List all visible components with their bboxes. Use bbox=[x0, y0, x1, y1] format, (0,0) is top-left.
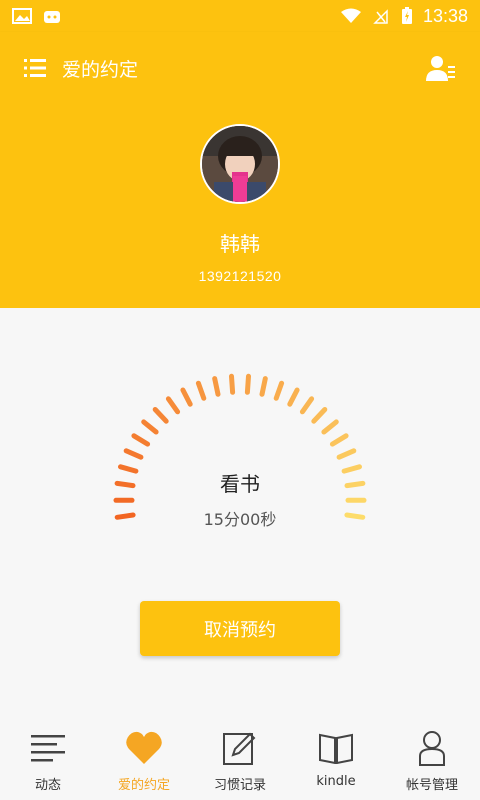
gauge-tick bbox=[123, 448, 144, 460]
appointment-activity: 看书 bbox=[220, 472, 260, 496]
tab-habit-record[interactable]: 习惯记录 bbox=[192, 720, 288, 800]
page-title: 爱的约定 bbox=[62, 58, 139, 81]
gauge-tick bbox=[273, 380, 285, 401]
user-settings-icon bbox=[426, 56, 455, 81]
app-bar: 爱的约定 bbox=[0, 32, 480, 104]
gauge-tick bbox=[336, 448, 357, 460]
image-notification-icon bbox=[12, 8, 32, 24]
wifi-icon bbox=[340, 8, 361, 23]
book-icon bbox=[319, 733, 353, 764]
gauge-tick bbox=[141, 419, 159, 435]
user-phone: 1392121520 bbox=[198, 268, 282, 284]
gauge-tick bbox=[165, 396, 181, 415]
app-notification-icon bbox=[44, 11, 60, 23]
gauge-tick bbox=[311, 407, 328, 424]
user-name: 韩韩 bbox=[220, 232, 260, 256]
tab-label: 爱的约定 bbox=[117, 778, 170, 793]
avatar-photo bbox=[202, 126, 278, 202]
menu-list-icon bbox=[24, 59, 46, 77]
tab-label: kindle bbox=[316, 774, 356, 789]
list-icon bbox=[31, 735, 65, 762]
tab-kindle[interactable]: kindle bbox=[288, 720, 384, 800]
gauge-tick bbox=[244, 373, 251, 395]
heart-icon bbox=[126, 731, 162, 764]
timer-gauge bbox=[113, 373, 367, 520]
gauge-tick bbox=[287, 387, 300, 407]
gauge-tick bbox=[180, 387, 193, 407]
gauge-tick bbox=[131, 433, 151, 447]
gauge-tick bbox=[212, 376, 221, 397]
tab-account-management[interactable]: 帐号管理 bbox=[384, 720, 480, 800]
gauge-tick bbox=[259, 376, 268, 397]
gauge-tick bbox=[152, 407, 169, 424]
cancel-appointment-button[interactable]: 取消预约 bbox=[140, 601, 340, 656]
gauge-tick bbox=[321, 419, 339, 435]
status-bar: 13:38 bbox=[0, 0, 480, 32]
gauge-tick bbox=[329, 433, 349, 447]
tab-label: 帐号管理 bbox=[405, 778, 458, 793]
battery-icon bbox=[401, 7, 412, 24]
avatar[interactable] bbox=[200, 124, 280, 204]
profile-settings-button[interactable] bbox=[424, 51, 458, 85]
menu-button[interactable] bbox=[22, 55, 48, 81]
tab-label: 动态 bbox=[34, 778, 61, 793]
profile-header: 韩韩 1392121520 bbox=[0, 104, 480, 308]
gauge-tick bbox=[195, 380, 207, 401]
tab-dynamics[interactable]: 动态 bbox=[0, 720, 96, 800]
no-signal-icon bbox=[373, 9, 388, 24]
gauge-tick bbox=[229, 373, 236, 395]
gauge-tick bbox=[299, 396, 315, 415]
tab-label: 习惯记录 bbox=[213, 778, 266, 793]
edit-icon bbox=[223, 732, 256, 765]
person-icon bbox=[419, 731, 445, 766]
tab-love-appointment[interactable]: 爱的约定 bbox=[96, 720, 192, 800]
bottom-tab-bar: 动态 爱的约定 习惯记录 kindle 帐号管理 bbox=[0, 720, 480, 800]
status-time: 13:38 bbox=[422, 5, 468, 26]
appointment-duration: 15分00秒 bbox=[203, 510, 277, 529]
